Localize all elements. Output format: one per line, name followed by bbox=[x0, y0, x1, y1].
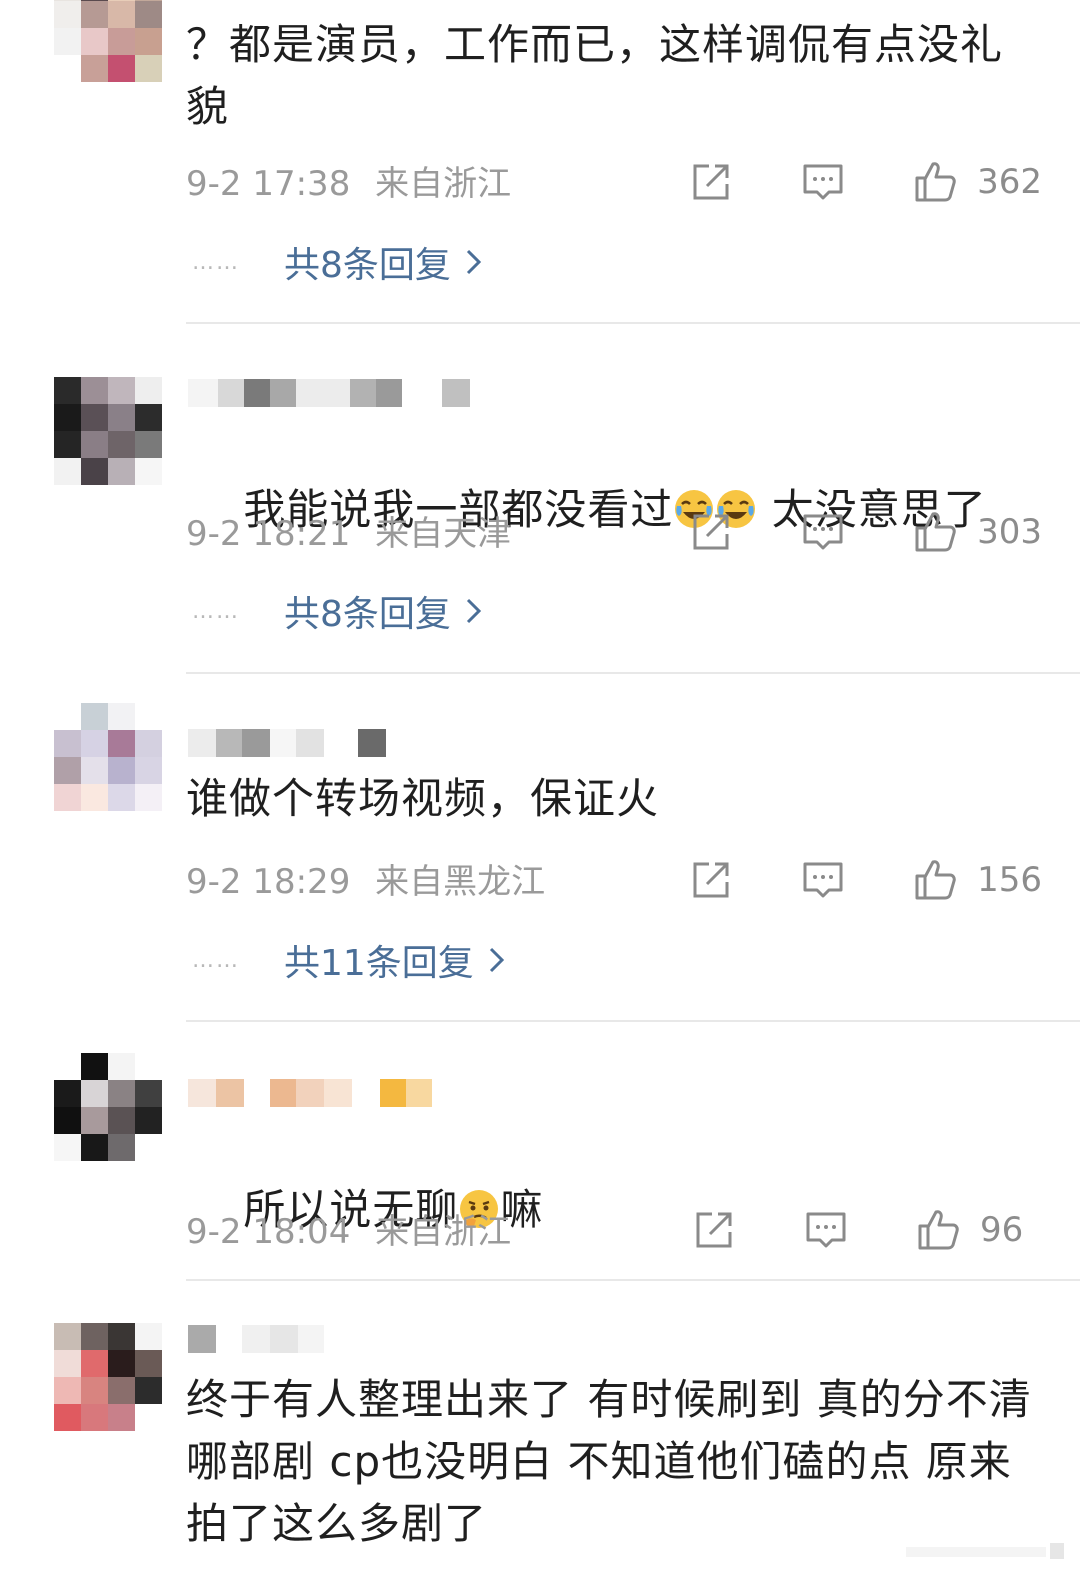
share-icon[interactable] bbox=[690, 1206, 738, 1254]
reply-row[interactable]: …… 共11条回复 bbox=[192, 936, 506, 984]
comment-location: 来自天津 bbox=[375, 514, 512, 554]
watermark-logo bbox=[906, 1543, 1064, 1559]
avatar[interactable] bbox=[54, 1323, 162, 1431]
comment-item-2: 我能说我一部都没看过 太没意思了 9-2 18:21 来自天津 303 …… 共… bbox=[0, 325, 1080, 675]
view-replies-link[interactable]: 共11条回复 bbox=[284, 934, 506, 986]
avatar[interactable] bbox=[54, 1053, 162, 1161]
like-count: 362 bbox=[977, 162, 1042, 202]
comment-meta: 9-2 18:29 来自黑龙江 bbox=[186, 862, 545, 902]
comment-time: 9-2 18:04 bbox=[186, 1212, 351, 1252]
comment-actions: 303 bbox=[687, 508, 1042, 556]
chevron-right-icon bbox=[466, 249, 482, 275]
reply-count-label: 共11条回复 bbox=[284, 943, 474, 984]
like-count: 156 bbox=[977, 860, 1042, 900]
like-count: 96 bbox=[980, 1210, 1024, 1250]
comment-text: 终于有人整理出来了 有时候刷到 真的分不清哪部剧 cp也没明白 不知道他们磕的点… bbox=[186, 1375, 1032, 1548]
comment-actions: 96 bbox=[690, 1206, 1042, 1254]
comment-icon[interactable] bbox=[799, 856, 847, 904]
reply-row[interactable]: …… 共8条回复 bbox=[192, 587, 483, 635]
comment-text: ？都是演员，工作而已，这样调侃有点没礼貌 bbox=[186, 20, 1004, 131]
username-blurred[interactable] bbox=[188, 1079, 432, 1107]
comment-meta: 9-2 18:21 来自天津 bbox=[186, 514, 511, 554]
comment-item-4: 所以说无聊嘛 9-2 18:04 来自浙江 96 bbox=[0, 1023, 1080, 1283]
avatar[interactable] bbox=[54, 703, 162, 811]
comment-time: 9-2 18:21 bbox=[186, 514, 351, 554]
thumbs-up-icon[interactable] bbox=[911, 856, 959, 904]
thumbs-up-icon[interactable] bbox=[911, 158, 959, 206]
divider bbox=[186, 672, 1080, 674]
comment-meta: 9-2 18:04 来自浙江 bbox=[186, 1212, 511, 1252]
avatar[interactable] bbox=[54, 0, 162, 82]
username-blurred[interactable] bbox=[188, 1325, 324, 1353]
comment-location: 来自黑龙江 bbox=[375, 862, 546, 902]
comment-location: 来自浙江 bbox=[375, 1212, 512, 1252]
reply-dots: …… bbox=[192, 249, 240, 275]
reply-count-label: 共8条回复 bbox=[284, 245, 451, 286]
username-blurred[interactable] bbox=[188, 729, 386, 757]
view-replies-link[interactable]: 共8条回复 bbox=[284, 236, 483, 288]
divider bbox=[186, 322, 1080, 324]
comment-item-3: 谁做个转场视频，保证火 9-2 18:29 来自黑龙江 156 …… 共11条回… bbox=[0, 675, 1080, 1023]
divider bbox=[186, 1279, 1080, 1281]
reply-count-label: 共8条回复 bbox=[284, 594, 451, 635]
avatar[interactable] bbox=[54, 377, 162, 485]
chevron-right-icon bbox=[466, 598, 482, 624]
comment-text: 谁做个转场视频，保证火 bbox=[186, 774, 660, 823]
divider bbox=[186, 1020, 1080, 1022]
reply-row[interactable]: …… 共8条回复 bbox=[192, 238, 483, 286]
share-icon[interactable] bbox=[687, 856, 735, 904]
comment-time: 9-2 17:38 bbox=[186, 164, 351, 204]
chevron-right-icon bbox=[489, 947, 504, 973]
share-icon[interactable] bbox=[687, 508, 735, 556]
comment-icon[interactable] bbox=[802, 1206, 850, 1254]
like-count: 303 bbox=[977, 512, 1042, 552]
comment-time: 9-2 18:29 bbox=[186, 862, 351, 902]
comment-actions: 362 bbox=[687, 158, 1042, 206]
reply-dots: …… bbox=[192, 598, 240, 624]
comment-location: 来自浙江 bbox=[375, 164, 512, 204]
comment-item-5: 终于有人整理出来了 有时候刷到 真的分不清哪部剧 cp也没明白 不知道他们磕的点… bbox=[0, 1283, 1080, 1569]
reply-dots: …… bbox=[192, 947, 240, 973]
comment-actions: 156 bbox=[687, 856, 1042, 904]
comment-meta: 9-2 17:38 来自浙江 bbox=[186, 164, 511, 204]
thumbs-up-icon[interactable] bbox=[911, 508, 959, 556]
comment-item-1: ？都是演员，工作而已，这样调侃有点没礼貌 9-2 17:38 来自浙江 362 … bbox=[0, 0, 1080, 325]
comment-icon[interactable] bbox=[799, 158, 847, 206]
comment-icon[interactable] bbox=[799, 508, 847, 556]
thumbs-up-icon[interactable] bbox=[914, 1206, 962, 1254]
username-blurred[interactable] bbox=[188, 379, 470, 407]
share-icon[interactable] bbox=[687, 158, 735, 206]
view-replies-link[interactable]: 共8条回复 bbox=[284, 585, 483, 637]
